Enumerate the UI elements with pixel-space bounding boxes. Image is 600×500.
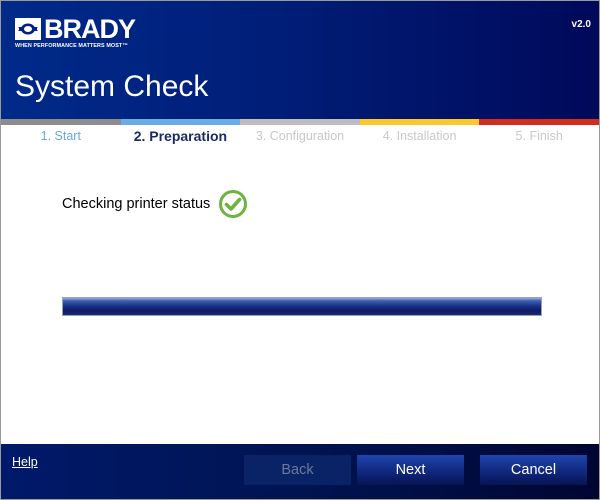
back-button[interactable]: Back [244, 455, 351, 485]
installer-window: BRADY WHEN PERFORMANCE MATTERS MOST™ v2.… [0, 0, 600, 500]
step-labels: 1. Start 2. Preparation 3. Configuration… [1, 125, 599, 147]
progress-bar-fill [63, 298, 541, 315]
brand-name: BRADY [44, 14, 136, 44]
step-preparation: 2. Preparation [133, 128, 228, 144]
check-circle-icon [219, 190, 248, 218]
status-text: Checking printer status [62, 196, 211, 212]
status-row: Checking printer status [62, 189, 248, 219]
brady-logo: BRADY WHEN PERFORMANCE MATTERS MOST™ [15, 14, 145, 49]
footer-bar: Help Back Next Cancel [1, 444, 599, 499]
version-label: v2.0 [571, 19, 591, 30]
header-banner: BRADY WHEN PERFORMANCE MATTERS MOST™ v2.… [1, 1, 599, 119]
cancel-button[interactable]: Cancel [480, 455, 587, 485]
step-installation: 4. Installation [382, 129, 457, 143]
next-button[interactable]: Next [357, 455, 464, 485]
step-configuration: 3. Configuration [255, 129, 345, 143]
brand-tagline: WHEN PERFORMANCE MATTERS MOST™ [15, 43, 128, 49]
brady-logo-mark-icon [15, 18, 41, 40]
help-link[interactable]: Help [12, 455, 38, 469]
page-title: System Check [15, 70, 209, 103]
step-finish: 5. Finish [515, 129, 563, 143]
step-start: 1. Start [40, 129, 81, 143]
progress-bar [62, 297, 542, 316]
